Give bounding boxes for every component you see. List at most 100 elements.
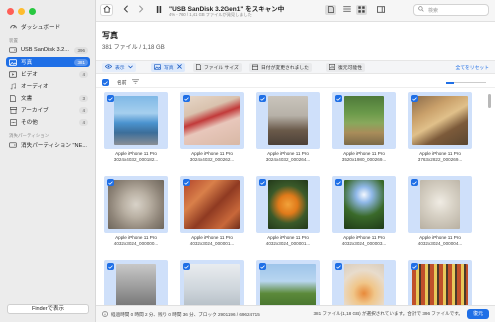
file-checkbox[interactable] [259,95,266,102]
recoverability-filter[interactable]: 復元可能性 [326,63,365,72]
file-checkbox[interactable] [411,179,418,186]
file-name-label: 4032x3024_000000... [113,241,159,246]
select-all-checkbox[interactable] [102,79,109,86]
file-checkbox[interactable] [411,95,418,102]
name-column-header[interactable]: 名前 [117,79,127,86]
file-size-filter-label: ファイル サイズ [204,66,239,71]
home-button[interactable] [100,4,113,16]
photo-filter-label: 写真 [164,66,174,71]
chevron-down-icon [127,64,133,71]
minimize-window-button[interactable] [18,8,25,15]
file-name-label: 3763x2822_000269... [417,157,463,162]
file-icon [196,63,201,72]
list-view-button[interactable] [341,5,352,15]
scrollbar-thumb[interactable] [488,94,491,108]
file-checkbox[interactable] [259,179,266,186]
sidebar-item-photos[interactable]: 写真 381 [6,57,90,67]
file-checkbox[interactable] [259,263,266,270]
vertical-scrollbar[interactable] [488,94,491,304]
count-badge: 3 [79,94,88,102]
close-window-button[interactable] [7,8,14,15]
pause-scan-button[interactable] [152,4,165,16]
file-tile[interactable] [332,260,396,305]
thumbnail-size-slider[interactable] [446,81,486,84]
file-checkbox[interactable] [183,95,190,102]
file-tile[interactable]: Apple iPhone 11 Pro 3520x1980_000269... [332,92,396,170]
audio-icon [9,82,17,90]
sidebar-item-documents[interactable]: 文書 3 [6,93,90,103]
sidebar-item-video[interactable]: ビデオ 4 [6,69,90,79]
file-checkbox[interactable] [335,179,342,186]
close-icon[interactable] [176,64,182,71]
sidebar-item-label: 消失パーティション "NE... [21,143,87,149]
file-tile[interactable]: Apple iPhone 11 Pro 3024x4032_000264... [256,92,320,170]
file-tile[interactable]: Apple iPhone 11 Pro 4032x3024_000003... [332,176,396,254]
status-bar: 経過時間 0 時間 2 分、残り 0 時間 36 分、ブロック 2901196 … [96,305,495,322]
grid-icon [358,5,365,15]
date-changed-filter[interactable]: 日付が変更されました [249,63,312,72]
file-tile[interactable]: Apple iPhone 11 Pro 3024x4032_000262... [180,92,244,170]
sidebar-item-archives[interactable]: アーカイブ 4 [6,105,90,115]
main-content: 写真 381 ファイル / 1,18 GB 表示 写真 ファイル サイズ 日付が… [96,22,495,305]
selection-summary: 381 ファイル(1,18 GB) が選択されています。合計で 396 ファイル… [313,311,463,316]
file-summary: 381 ファイル / 1,18 GB [102,45,165,51]
dashboard-icon [9,23,17,31]
zoom-window-button[interactable] [29,8,36,15]
sidebar-item-lost-partition[interactable]: 消失パーティション "NE... [6,140,90,150]
sort-icon[interactable] [132,79,139,86]
sidebar-item-other[interactable]: その他 4 [6,117,90,127]
file-checkbox[interactable] [107,95,114,102]
sidebar-item-usb-drive[interactable]: USB SanDisk 3.2... 396 [6,45,90,55]
file-tile[interactable]: Apple iPhone 11 Pro 4032x3024_000004... [408,176,472,254]
grid-view-button[interactable] [356,5,367,15]
back-button[interactable] [119,4,132,16]
file-checkbox[interactable] [107,263,114,270]
thumbnail-image [184,96,240,145]
file-tile[interactable] [256,260,320,305]
file-checkbox[interactable] [183,179,190,186]
thumbnail-image [344,264,384,305]
reset-all-filters-link[interactable]: 全てをリセット [456,64,489,71]
show-filter-dropdown[interactable]: 表示 [102,63,136,72]
sidebar-item-dashboard[interactable]: ダッシュボード [6,22,90,32]
sidebar-item-audio[interactable]: オーディオ [6,81,90,91]
search-placeholder: 検索 [428,7,439,14]
count-badge: 4 [79,118,88,126]
photo-filter-chip[interactable]: 写真 [151,63,185,72]
file-device-label: Apple iPhone 11 Pro [115,151,157,156]
recover-button[interactable]: 復元 [467,309,489,319]
forward-button[interactable] [134,4,147,16]
file-tile[interactable] [180,260,244,305]
file-checkbox[interactable] [411,263,418,270]
sidebar-panel-icon [376,5,385,15]
file-tile[interactable]: Apple iPhone 11 Pro 4032x3024_000000... [104,176,168,254]
scan-status-text: 経過時間 0 時間 2 分、残り 0 時間 36 分、ブロック 2901196 … [111,311,260,317]
drive-icon [9,46,17,54]
search-input[interactable]: 検索 [413,4,489,16]
sidebar-item-label: 文書 [21,96,33,102]
calendar-icon [252,64,258,72]
preview-view-button[interactable] [325,5,336,15]
file-tile[interactable]: Apple iPhone 11 Pro 4032x3024_000001... [180,176,244,254]
file-checkbox[interactable] [107,179,114,186]
thumbnail-image [116,264,156,305]
file-tile[interactable]: Apple iPhone 11 Pro 3024x4032_000182... [104,92,168,170]
file-device-label: Apple iPhone 11 Pro [267,235,309,240]
thumbnail-size-slider-fill [446,81,454,84]
chevron-right-icon [138,5,144,15]
photo-icon [9,58,17,66]
file-checkbox[interactable] [335,263,342,270]
file-tile[interactable]: Apple iPhone 11 Pro 4032x3024_000001... [256,176,320,254]
sidebar-item-label: 写真 [21,60,33,66]
info-icon [102,311,108,318]
show-in-finder-button[interactable]: Finderで表示 [7,304,89,314]
file-checkbox[interactable] [183,263,190,270]
file-name-label: 4032x3024_000001... [265,241,311,246]
file-tile[interactable]: Apple iPhone 11 Pro 3763x2822_000269... [408,92,472,170]
file-tile[interactable] [408,260,472,305]
file-size-filter[interactable]: ファイル サイズ [193,63,242,72]
file-tile[interactable] [104,260,168,305]
file-name-label: 4032x3024_000003... [341,241,387,246]
file-checkbox[interactable] [335,95,342,102]
toggle-preview-panel-button[interactable] [375,5,386,15]
